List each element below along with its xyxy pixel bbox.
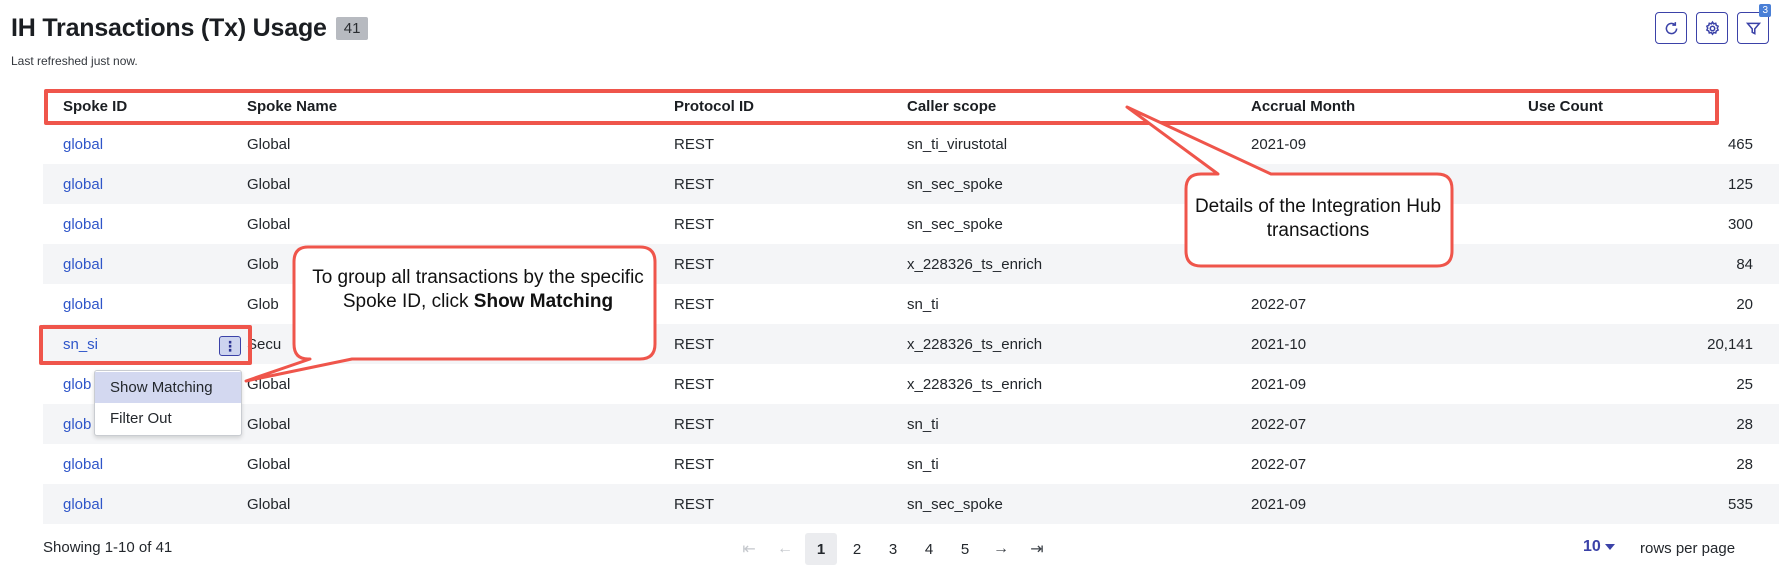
group-callout-bold: Show Matching: [473, 291, 614, 312]
refresh-button[interactable]: [1655, 12, 1687, 44]
caller-scope-cell: sn_ti: [907, 295, 939, 313]
accrual-month-cell: [1251, 244, 1528, 284]
spoke-id-link[interactable]: global: [43, 444, 247, 484]
page-button-1[interactable]: 1: [805, 533, 837, 565]
table-row: sn_si Secu REST x_228326_ts_enrich 2021-…: [43, 324, 1779, 364]
first-page-icon[interactable]: ⇤: [731, 533, 767, 565]
table-row: glob Global REST x_228326_ts_enrich 2021…: [43, 364, 1779, 404]
page-button-5[interactable]: 5: [947, 533, 983, 565]
cell-highlight-box: [39, 325, 252, 365]
show-matching-menu-item[interactable]: Show Matching: [95, 372, 241, 403]
prev-page-icon[interactable]: ←: [767, 533, 803, 565]
use-count-cell: 20,141: [1528, 324, 1779, 364]
spoke-name-cell: Global: [247, 404, 674, 444]
spoke-id-link[interactable]: global: [43, 244, 247, 284]
protocol-id-cell: REST: [674, 244, 907, 284]
rows-per-page-select[interactable]: 10: [1583, 538, 1615, 556]
caller-scope-cell: sn_ti: [907, 455, 939, 473]
last-refreshed-text: Last refreshed just now.: [11, 54, 138, 68]
spoke-id-link[interactable]: global: [43, 124, 247, 164]
spoke-id-link[interactable]: global: [43, 164, 247, 204]
accrual-month-cell: 2021-10: [1251, 324, 1528, 364]
filter-icon: [1745, 22, 1761, 35]
caret-down-icon: [1604, 544, 1615, 550]
page-button-2[interactable]: 2: [839, 533, 875, 565]
table-row: global Global REST sn_sec_spoke 300: [43, 204, 1779, 244]
use-count-cell: 25: [1736, 375, 1753, 393]
table-row: global Global REST sn_ti_virustotal 2021…: [43, 124, 1779, 164]
caller-scope-cell: x_228326_ts_enrich: [907, 324, 1251, 364]
use-count-cell: 84: [1528, 244, 1779, 284]
caller-scope-cell: x_228326_ts_enrich: [907, 375, 1043, 393]
details-callout-text: Details of the Integration Hub transacti…: [1194, 196, 1442, 241]
spoke-name-cell: Global: [247, 375, 291, 393]
last-page-icon[interactable]: ⇥: [1019, 533, 1055, 565]
page-button-3[interactable]: 3: [875, 533, 911, 565]
use-count-cell: 465: [1727, 135, 1753, 153]
use-count-cell: 20: [1736, 295, 1753, 313]
spoke-name-cell: Secu: [247, 324, 674, 364]
caller-scope-cell: sn_ti: [907, 404, 1251, 444]
accrual-month-cell: 2021-09: [1251, 375, 1307, 393]
caller-scope-cell: x_228326_ts_enrich: [907, 244, 1251, 284]
showing-range-text: Showing 1-10 of 41: [43, 539, 173, 556]
page-header: IH Transactions (Tx) Usage 41: [11, 14, 369, 43]
gear-icon: [1705, 20, 1719, 36]
refresh-icon: [1665, 21, 1677, 34]
cell-context-menu: Show Matching Filter Out: [94, 370, 242, 436]
spoke-id-link[interactable]: global: [43, 284, 247, 324]
spoke-name-cell: Global: [247, 215, 291, 233]
protocol-id-cell: REST: [674, 215, 715, 233]
rows-per-page-value: 10: [1583, 538, 1601, 555]
spoke-id-link[interactable]: global: [43, 204, 247, 244]
spoke-name-cell: Global: [247, 455, 291, 473]
filter-count-badge: 3: [1759, 4, 1771, 17]
accrual-month-cell: 2021-09: [1251, 484, 1528, 524]
page-button-4[interactable]: 4: [911, 533, 947, 565]
protocol-id-cell: REST: [674, 164, 907, 204]
protocol-id-cell: REST: [674, 324, 907, 364]
table-row: global Global REST sn_ti 2022-07 28: [43, 444, 1779, 484]
record-count-badge: 41: [335, 17, 369, 40]
protocol-id-cell: REST: [674, 295, 715, 313]
protocol-id-cell: REST: [674, 455, 715, 473]
page-title: IH Transactions (Tx) Usage: [11, 14, 327, 42]
table-row: global Global REST sn_sec_spoke 125: [43, 164, 1779, 204]
use-count-cell: 535: [1528, 484, 1779, 524]
use-count-cell: 28: [1528, 404, 1779, 444]
next-page-icon[interactable]: →: [983, 533, 1019, 565]
rows-per-page-label: rows per page: [1640, 540, 1736, 557]
group-callout-text: To group all transactions by the specifi…: [300, 266, 656, 314]
spoke-name-cell: Global: [247, 164, 674, 204]
protocol-id-cell: REST: [674, 375, 715, 393]
accrual-month-cell: 2022-07: [1251, 295, 1307, 313]
protocol-id-cell: REST: [674, 404, 907, 444]
toolbar: 3: [1655, 4, 1771, 44]
table-row: glob Global REST sn_ti 2022-07 28: [43, 404, 1779, 444]
spoke-name-cell: Global: [247, 135, 291, 153]
use-count-cell: 300: [1727, 215, 1753, 233]
caller-scope-cell: sn_sec_spoke: [907, 484, 1251, 524]
filter-out-menu-item[interactable]: Filter Out: [95, 403, 241, 434]
filter-button[interactable]: 3: [1737, 4, 1771, 44]
protocol-id-cell: REST: [674, 135, 715, 153]
accrual-month-cell: 2021-09: [1251, 135, 1307, 153]
accrual-month-cell: 2022-07: [1251, 404, 1528, 444]
settings-button[interactable]: [1696, 12, 1728, 44]
header-highlight-box: [44, 89, 1719, 125]
use-count-cell: 125: [1528, 164, 1779, 204]
spoke-id-link[interactable]: global: [43, 484, 247, 524]
caller-scope-cell: sn_ti_virustotal: [907, 135, 1008, 153]
spoke-name-cell: Global: [247, 484, 674, 524]
protocol-id-cell: REST: [674, 484, 907, 524]
use-count-cell: 28: [1736, 455, 1753, 473]
pagination: ⇤ ← 1 2 3 4 5 → ⇥: [731, 533, 1055, 565]
accrual-month-cell: 2022-07: [1251, 455, 1307, 473]
table-row: global Global REST sn_sec_spoke 2021-09 …: [43, 484, 1779, 524]
